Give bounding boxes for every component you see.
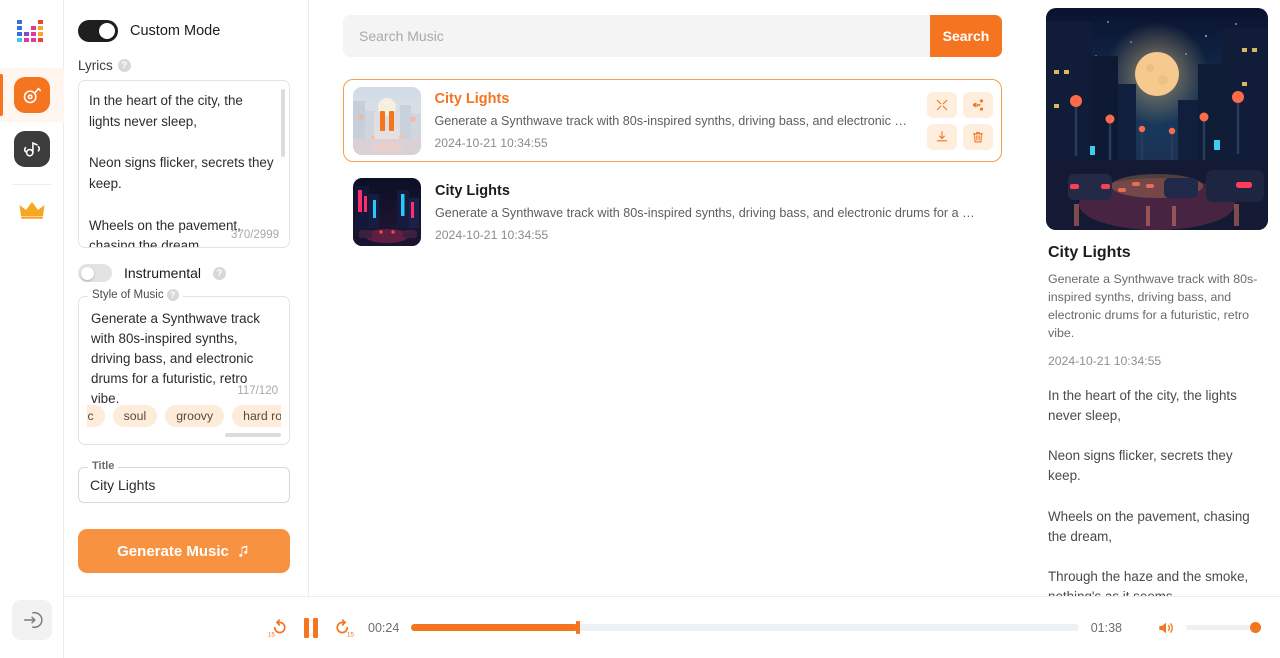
custom-mode-row: Custom Mode	[78, 20, 290, 42]
icon-rail	[0, 0, 64, 658]
share-button[interactable]	[962, 91, 993, 118]
generate-music-label: Generate Music	[117, 542, 229, 560]
extend-button[interactable]	[926, 91, 957, 118]
extend-icon	[936, 99, 947, 110]
track-actions	[926, 91, 993, 150]
svg-text:15: 15	[268, 631, 276, 638]
sidebar-item-create-music[interactable]	[0, 68, 64, 122]
music-disc-icon	[13, 77, 50, 113]
pause-icon	[304, 617, 309, 638]
track-title: City Lights	[435, 182, 510, 199]
rewind-15-icon: 15	[268, 618, 286, 638]
title-field[interactable]: Title City Lights	[78, 460, 290, 503]
style-counter: 117/120	[237, 385, 278, 397]
search-bar: Search	[343, 15, 1002, 57]
title-label: Title	[88, 460, 119, 472]
progress-slider[interactable]	[411, 621, 1079, 634]
volume-slider[interactable]	[1186, 622, 1261, 633]
instrumental-label: Instrumental	[124, 265, 202, 281]
style-of-music-legend: Style of Music ?	[88, 289, 183, 301]
lyrics-counter: 370/2999	[231, 229, 279, 241]
crown-icon[interactable]	[18, 199, 46, 226]
lyrics-scrollbar[interactable]	[281, 89, 285, 157]
instrumental-toggle[interactable]	[78, 264, 112, 282]
current-time: 00:24	[368, 620, 400, 635]
rail-divider	[11, 184, 52, 185]
download-icon	[936, 130, 947, 141]
table-row[interactable]: City Lights Generate a Synthwave track w…	[343, 170, 1002, 254]
music-note-icon	[13, 131, 50, 167]
track-thumbnail[interactable]	[352, 86, 421, 155]
detail-lyrics: In the heart of the city, the lights nev…	[1048, 387, 1250, 596]
progress-fill	[411, 624, 579, 631]
detail-title: City Lights	[1048, 244, 1131, 261]
style-tag[interactable]: lic	[87, 405, 105, 427]
track-title: City Lights	[434, 91, 510, 107]
style-tag[interactable]: hard rock	[232, 405, 281, 427]
transport-controls: 15 15	[266, 617, 356, 639]
lyrics-input-box[interactable]: In the heart of the city, the lights nev…	[78, 80, 290, 248]
rail-item-list	[0, 68, 64, 176]
detail-description: Generate a Synthwave track with 80s-insp…	[1048, 272, 1258, 340]
instrumental-row: Instrumental ?	[78, 264, 290, 282]
volume-icon[interactable]	[1156, 618, 1176, 638]
share-icon	[972, 98, 983, 111]
track-info: City Lights Generate a Synthwave track w…	[435, 91, 913, 150]
results-list: City Lights Generate a Synthwave track w…	[323, 79, 1022, 254]
search-button[interactable]: Search	[930, 15, 1002, 57]
total-time: 01:38	[1090, 620, 1122, 635]
pause-icon[interactable]	[353, 87, 421, 155]
play-pause-button[interactable]	[304, 617, 318, 638]
help-circle-icon[interactable]: ?	[117, 59, 131, 72]
forward-15-button[interactable]: 15	[334, 617, 356, 639]
app-root: Custom Mode Lyrics ? In the heart of the…	[0, 0, 1280, 658]
delete-button[interactable]	[962, 123, 993, 150]
rewind-15-button[interactable]: 15	[266, 617, 288, 639]
download-button[interactable]	[926, 123, 957, 150]
title-input[interactable]: City Lights	[79, 468, 289, 502]
generation-form-panel: Custom Mode Lyrics ? In the heart of the…	[64, 0, 309, 596]
help-circle-icon[interactable]: ?	[213, 266, 227, 280]
style-of-music-field[interactable]: Style of Music ? Generate a Synthwave tr…	[78, 289, 290, 445]
volume-thumb[interactable]	[1250, 622, 1261, 633]
lyrics-label-row: Lyrics ?	[78, 58, 290, 73]
track-detail-panel: City Lights Generate a Synthwave track w…	[1036, 0, 1280, 596]
trash-icon	[972, 131, 983, 142]
track-thumbnail[interactable]	[353, 178, 421, 246]
track-description: Generate a Synthwave track with 80s-insp…	[435, 205, 975, 220]
style-tag[interactable]: soul	[112, 405, 158, 427]
lyrics-value: In the heart of the city, the lights nev…	[89, 93, 274, 247]
album-cover-image	[1046, 8, 1268, 230]
search-input[interactable]	[343, 15, 930, 57]
detail-date: 2024-10-21 10:34:55	[1048, 353, 1162, 368]
arrow-into-circle-icon	[23, 611, 43, 629]
table-row[interactable]: City Lights Generate a Synthwave track w…	[343, 79, 1002, 162]
track-date: 2024-10-21 10:34:55	[434, 136, 548, 150]
track-description: Generate a Synthwave track with 80s-insp…	[434, 114, 913, 128]
style-of-music-label: Style of Music	[92, 289, 164, 301]
track-date: 2024-10-21 10:34:55	[435, 227, 549, 242]
forward-15-icon: 15	[336, 618, 355, 638]
main-content: Search Music Search City Lights Generate…	[309, 0, 1036, 596]
style-tags-scrollbar[interactable]	[225, 433, 281, 437]
sidebar-item-my-music[interactable]	[0, 122, 64, 176]
volume-control	[1156, 618, 1261, 638]
generate-music-button[interactable]: Generate Music	[78, 529, 290, 573]
progress-thumb[interactable]	[576, 621, 581, 634]
custom-mode-label: Custom Mode	[130, 23, 221, 39]
svg-text:15: 15	[347, 631, 355, 638]
player-bar: 15 15 00:24 01:38	[64, 596, 1280, 658]
track-info: City Lights Generate a Synthwave track w…	[435, 183, 992, 242]
equalizer-logo	[16, 20, 43, 42]
help-circle-icon[interactable]: ?	[166, 289, 179, 301]
style-tag[interactable]: groovy	[165, 405, 225, 427]
lyrics-label: Lyrics	[78, 58, 113, 73]
lyrics-section: Lyrics ? In the heart of the city, the l…	[78, 58, 290, 248]
custom-mode-toggle[interactable]	[78, 20, 118, 42]
collapse-sidebar-button[interactable]	[11, 600, 52, 640]
music-note-icon	[239, 545, 248, 557]
